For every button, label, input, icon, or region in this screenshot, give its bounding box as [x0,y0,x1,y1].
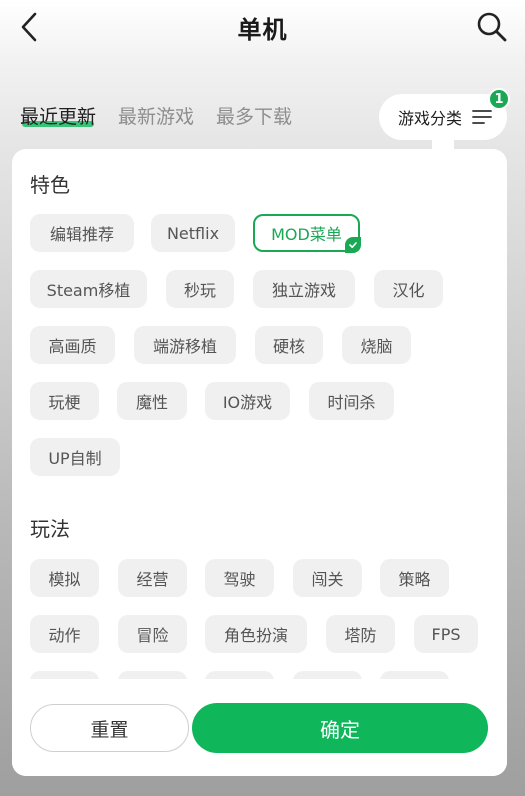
filter-count-badge: 1 [488,88,510,110]
chip-editor-pick[interactable]: 编辑推荐 [30,214,134,252]
chip-management[interactable]: 经营 [118,559,187,597]
chip-up-made[interactable]: UP自制 [30,438,120,476]
chip-action[interactable]: 动作 [30,615,99,653]
chip-high-quality[interactable]: 高画质 [30,326,115,364]
chip-mod-menu[interactable]: MOD菜单 [253,214,361,253]
reset-button[interactable]: 重置 [30,704,189,752]
chip-meme[interactable]: 玩梗 [30,382,99,420]
chip-steam-port[interactable]: Steam移植 [30,270,147,308]
filter-scroll-area[interactable]: 特色 编辑推荐 Netflix MOD菜单 Steam移植 秒玩 独立游戏 汉化… [12,149,507,679]
category-label: 游戏分类 [398,109,463,128]
section-title-gameplay: 玩法 [30,517,70,541]
page-title: 单机 [237,16,288,44]
check-icon [345,237,361,253]
tab-label: 最近更新 [20,106,97,128]
chip-partial[interactable] [118,671,187,679]
chip-partial[interactable] [380,671,449,679]
filter-list-icon [472,110,492,124]
chip-adventure[interactable]: 冒险 [118,615,187,653]
category-filter-panel: 特色 编辑推荐 Netflix MOD菜单 Steam移植 秒玩 独立游戏 汉化… [12,149,507,776]
chip-partial[interactable] [30,671,99,679]
chip-tower-defense[interactable]: 塔防 [326,615,395,653]
chip-strategy[interactable]: 策略 [380,559,449,597]
chip-level-challenge[interactable]: 闯关 [293,559,362,597]
chip-indie-games[interactable]: 独立游戏 [253,270,355,308]
chip-pc-port[interactable]: 端游移植 [134,326,236,364]
search-icon [477,12,507,42]
sort-tabs: 最近更新 最新游戏 最多下载 [20,98,292,138]
chip-io-games[interactable]: IO游戏 [205,382,290,420]
panel-footer: 重置 确定 [12,679,507,776]
chip-partial[interactable] [205,671,274,679]
confirm-button[interactable]: 确定 [192,703,488,753]
chip-label: MOD菜单 [271,225,342,244]
chip-simulation[interactable]: 模拟 [30,559,99,597]
chip-rpg[interactable]: 角色扮演 [205,615,307,653]
tab-newest-games[interactable]: 最新游戏 [118,98,194,138]
search-button[interactable] [473,8,511,46]
top-bar: 单机 [0,0,525,56]
chip-fps[interactable]: FPS [414,615,478,653]
chip-chinese-localized[interactable]: 汉化 [374,270,443,308]
tab-label: 最多下载 [216,106,293,128]
chip-driving[interactable]: 驾驶 [205,559,274,597]
chip-instant-play[interactable]: 秒玩 [166,270,234,308]
chip-time-killer[interactable]: 时间杀 [309,382,394,420]
chip-netflix[interactable]: Netflix [151,214,235,252]
chip-brain-burner[interactable]: 烧脑 [342,326,411,364]
tab-recent-update[interactable]: 最近更新 [20,98,96,138]
chip-partial[interactable] [293,671,362,679]
section-title-features: 特色 [30,173,70,197]
tab-most-downloads[interactable]: 最多下载 [216,98,292,138]
chip-addictive[interactable]: 魔性 [117,382,187,420]
chip-hardcore[interactable]: 硬核 [255,326,323,364]
tab-label: 最新游戏 [118,106,195,128]
